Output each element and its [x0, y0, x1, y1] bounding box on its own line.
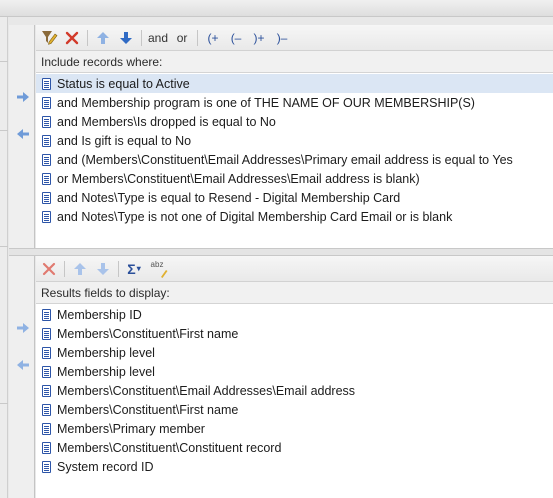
- criteria-row[interactable]: and Members\Is dropped is equal to No: [36, 112, 553, 131]
- result-field-row[interactable]: Membership level: [36, 362, 553, 381]
- and-button[interactable]: and: [148, 28, 168, 48]
- field-icon: [42, 134, 51, 147]
- results-panel: Σ ▾ abz Results fields to display: Member…: [36, 256, 553, 498]
- result-field-row[interactable]: Members\Constituent\First name: [36, 400, 553, 419]
- edit-criteria-icon[interactable]: [40, 28, 58, 48]
- criteria-row[interactable]: or Members\Constituent\Email Addresses\E…: [36, 169, 553, 188]
- toolbar-separator: [141, 29, 142, 46]
- or-close-paren-button[interactable]: )–: [273, 28, 291, 48]
- criteria-row[interactable]: Status is equal to Active: [36, 74, 553, 93]
- toolbar-separator: [87, 29, 88, 46]
- field-icon: [42, 153, 51, 166]
- field-icon: [42, 327, 51, 340]
- field-icon: [42, 346, 51, 359]
- result-field-row[interactable]: Members\Constituent\Email Addresses\Emai…: [36, 381, 553, 400]
- results-arrow-column: [9, 256, 35, 498]
- result-field-row[interactable]: Members\Primary member: [36, 419, 553, 438]
- criteria-panel: and or (+ (– )+ )– Include records where…: [36, 25, 553, 248]
- criteria-row[interactable]: and (Members\Constituent\Email Addresses…: [36, 150, 553, 169]
- result-field-row[interactable]: System record ID: [36, 457, 553, 476]
- criteria-list: Status is equal to Active and Membership…: [36, 73, 553, 226]
- remove-criteria-arrow-icon[interactable]: [16, 128, 30, 140]
- sigma-icon: Σ: [127, 260, 136, 277]
- remove-field-arrow-icon[interactable]: [16, 359, 30, 371]
- result-field-row[interactable]: Members\Constituent\Constituent record: [36, 438, 553, 457]
- result-field-row[interactable]: Membership level: [36, 343, 553, 362]
- field-icon: [42, 115, 51, 128]
- toolbar-separator: [197, 29, 199, 46]
- delete-field-icon[interactable]: [40, 259, 58, 279]
- field-icon: [42, 422, 51, 435]
- criteria-header: Include records where:: [36, 51, 553, 73]
- result-field-row[interactable]: Membership ID: [36, 305, 553, 324]
- field-icon: [42, 77, 51, 90]
- criteria-row[interactable]: and Membership program is one of THE NAM…: [36, 93, 553, 112]
- field-icon: [42, 384, 51, 397]
- criteria-row[interactable]: and Notes\Type is equal to Resend - Digi…: [36, 188, 553, 207]
- rename-field-button[interactable]: abz: [148, 259, 168, 279]
- criteria-arrow-column: [9, 25, 35, 248]
- move-down-icon[interactable]: [117, 28, 135, 48]
- results-toolbar: Σ ▾ abz: [36, 256, 553, 282]
- result-field-row[interactable]: Members\Constituent\First name: [36, 324, 553, 343]
- criteria-row[interactable]: and Is gift is equal to No: [36, 131, 553, 150]
- add-criteria-arrow-icon[interactable]: [16, 91, 30, 103]
- move-up-icon[interactable]: [94, 28, 112, 48]
- window-top-strip: [0, 0, 553, 17]
- results-header: Results fields to display:: [36, 282, 553, 304]
- add-field-arrow-icon[interactable]: [16, 322, 30, 334]
- field-icon: [42, 441, 51, 454]
- move-down-icon[interactable]: [94, 259, 112, 279]
- chevron-down-icon: ▾: [136, 264, 141, 273]
- left-gutter: [0, 17, 8, 498]
- field-icon: [42, 191, 51, 204]
- panel-splitter[interactable]: [9, 248, 553, 256]
- move-up-icon[interactable]: [71, 259, 89, 279]
- criteria-toolbar: and or (+ (– )+ )–: [36, 25, 553, 51]
- results-list: Membership ID Members\Constituent\First …: [36, 304, 553, 476]
- field-icon: [42, 365, 51, 378]
- toolbar-separator: [64, 260, 65, 277]
- criteria-row[interactable]: and Notes\Type is not one of Digital Mem…: [36, 207, 553, 226]
- summary-dropdown-button[interactable]: Σ ▾: [125, 259, 143, 279]
- field-icon: [42, 210, 51, 223]
- field-icon: [42, 308, 51, 321]
- or-button[interactable]: or: [173, 28, 191, 48]
- toolbar-separator: [118, 260, 119, 277]
- field-icon: [42, 96, 51, 109]
- and-close-paren-button[interactable]: )+: [250, 28, 268, 48]
- field-icon: [42, 172, 51, 185]
- or-open-paren-button[interactable]: (–: [227, 28, 245, 48]
- field-icon: [42, 403, 51, 416]
- field-icon: [42, 460, 51, 473]
- delete-criteria-icon[interactable]: [63, 28, 81, 48]
- and-open-paren-button[interactable]: (+: [204, 28, 222, 48]
